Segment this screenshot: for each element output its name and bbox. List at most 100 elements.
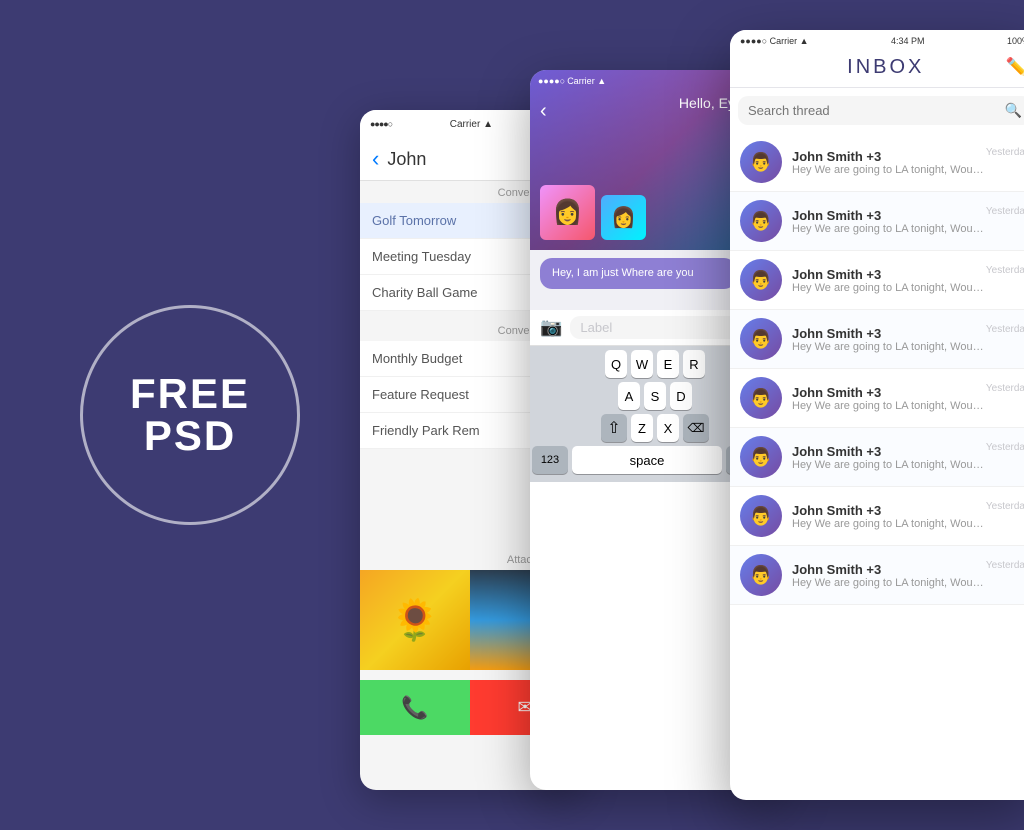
search-icon: 🔍 bbox=[1005, 102, 1022, 119]
contact-name: John bbox=[387, 149, 426, 170]
inbox-sender: John Smith +3 bbox=[792, 149, 986, 164]
inbox-avatar: 👨 bbox=[740, 200, 782, 242]
inbox-meta: Yesterday › bbox=[986, 383, 1024, 414]
signal-dots-2: ●●●●○ bbox=[538, 76, 565, 86]
inbox-sender: John Smith +3 bbox=[792, 385, 986, 400]
inbox-content: John Smith +3 Hey We are going to LA ton… bbox=[792, 503, 986, 530]
inbox-preview: Hey We are going to LA tonight, Would yo… bbox=[792, 164, 986, 176]
free-psd-badge: FREE PSD bbox=[80, 305, 300, 525]
inbox-preview: Hey We are going to LA tonight, Would yo… bbox=[792, 518, 986, 530]
inbox-avatar: 👨 bbox=[740, 141, 782, 183]
inbox-meta: Yesterday › bbox=[986, 147, 1024, 178]
inbox-sender: John Smith +3 bbox=[792, 267, 986, 282]
carrier-area: ●●●●○ Carrier ▲ bbox=[538, 76, 606, 86]
inbox-item[interactable]: 👨 John Smith +3 Hey We are going to LA t… bbox=[730, 310, 1024, 369]
inbox-content: John Smith +3 Hey We are going to LA ton… bbox=[792, 562, 986, 589]
inbox-sender: John Smith +3 bbox=[792, 444, 986, 459]
inbox-sender: John Smith +3 bbox=[792, 326, 986, 341]
phone3-header: INBOX ✏️ bbox=[730, 52, 1024, 88]
inbox-sender: John Smith +3 bbox=[792, 562, 986, 577]
shift-key[interactable]: ⇧ bbox=[601, 414, 627, 442]
inbox-avatar: 👨 bbox=[740, 318, 782, 360]
carrier-2: Carrier ▲ bbox=[567, 76, 606, 86]
time-3: 4:34 PM bbox=[891, 36, 925, 46]
search-input[interactable] bbox=[748, 103, 997, 118]
sunflower-image bbox=[360, 570, 470, 670]
inbox-sender: John Smith +3 bbox=[792, 208, 986, 223]
inbox-time: Yesterday bbox=[986, 442, 1024, 453]
inbox-sender: John Smith +3 bbox=[792, 503, 986, 518]
key-r[interactable]: R bbox=[683, 350, 705, 378]
inbox-content: John Smith +3 Hey We are going to LA ton… bbox=[792, 385, 986, 412]
inbox-meta: Yesterday › bbox=[986, 560, 1024, 591]
signal-dots: ●●●●○ bbox=[370, 119, 392, 129]
inbox-time: Yesterday bbox=[986, 324, 1024, 335]
back-button[interactable]: ‹ bbox=[372, 146, 379, 172]
phone3-inbox: ●●●●○ Carrier ▲ 4:34 PM 100% INBOX ✏️ 🔍 … bbox=[730, 30, 1024, 800]
compose-icon[interactable]: ✏️ bbox=[1006, 57, 1024, 78]
inbox-item[interactable]: 👨 John Smith +3 Hey We are going to LA t… bbox=[730, 369, 1024, 428]
avatar-group: 👩 👩 bbox=[540, 185, 646, 240]
camera-icon[interactable]: 📷 bbox=[540, 317, 562, 338]
inbox-item[interactable]: 👨 John Smith +3 Hey We are going to LA t… bbox=[730, 487, 1024, 546]
inbox-meta: Yesterday › bbox=[986, 501, 1024, 532]
key-q[interactable]: Q bbox=[605, 350, 627, 378]
battery-3: 100% bbox=[1007, 36, 1024, 46]
inbox-time: Yesterday bbox=[986, 206, 1024, 217]
key-s[interactable]: S bbox=[644, 382, 666, 410]
inbox-avatar: 👨 bbox=[740, 259, 782, 301]
inbox-item[interactable]: 👨 John Smith +3 Hey We are going to LA t… bbox=[730, 192, 1024, 251]
inbox-time: Yesterday bbox=[986, 501, 1024, 512]
phone3-status-bar: ●●●●○ Carrier ▲ 4:34 PM 100% bbox=[730, 30, 1024, 52]
inbox-item[interactable]: 👨 John Smith +3 Hey We are going to LA t… bbox=[730, 251, 1024, 310]
inbox-preview: Hey We are going to LA tonight, Would yo… bbox=[792, 341, 986, 353]
inbox-content: John Smith +3 Hey We are going to LA ton… bbox=[792, 326, 986, 353]
key-x[interactable]: X bbox=[657, 414, 679, 442]
inbox-meta: Yesterday › bbox=[986, 265, 1024, 296]
signal-3: ●●●●○ Carrier ▲ bbox=[740, 36, 809, 46]
inbox-content: John Smith +3 Hey We are going to LA ton… bbox=[792, 149, 986, 176]
delete-key[interactable]: ⌫ bbox=[683, 414, 709, 442]
inbox-time: Yesterday bbox=[986, 560, 1024, 571]
inbox-meta: Yesterday › bbox=[986, 442, 1024, 473]
key-w[interactable]: W bbox=[631, 350, 653, 378]
chat-bubble: Hey, I am just Where are you bbox=[540, 258, 736, 289]
space-key[interactable]: space bbox=[572, 446, 722, 474]
inbox-preview: Hey We are going to LA tonight, Would yo… bbox=[792, 400, 986, 412]
inbox-item[interactable]: 👨 John Smith +3 Hey We are going to LA t… bbox=[730, 546, 1024, 605]
call-button[interactable]: 📞 bbox=[360, 680, 470, 735]
inbox-content: John Smith +3 Hey We are going to LA ton… bbox=[792, 267, 986, 294]
inbox-time: Yesterday bbox=[986, 383, 1024, 394]
avatar-1: 👩 bbox=[540, 185, 595, 240]
inbox-list: 👨 John Smith +3 Hey We are going to LA t… bbox=[730, 133, 1024, 605]
inbox-title: INBOX bbox=[847, 56, 924, 79]
key-d[interactable]: D bbox=[670, 382, 692, 410]
key-z[interactable]: Z bbox=[631, 414, 653, 442]
search-bar[interactable]: 🔍 bbox=[738, 96, 1024, 125]
inbox-preview: Hey We are going to LA tonight, Would yo… bbox=[792, 577, 986, 589]
inbox-preview: Hey We are going to LA tonight, Would yo… bbox=[792, 223, 986, 235]
inbox-content: John Smith +3 Hey We are going to LA ton… bbox=[792, 444, 986, 471]
inbox-content: John Smith +3 Hey We are going to LA ton… bbox=[792, 208, 986, 235]
free-label: FREE bbox=[130, 373, 250, 415]
inbox-time: Yesterday bbox=[986, 147, 1024, 158]
inbox-item[interactable]: 👨 John Smith +3 Hey We are going to LA t… bbox=[730, 133, 1024, 192]
num-key[interactable]: 123 bbox=[532, 446, 568, 474]
inbox-preview: Hey We are going to LA tonight, Would yo… bbox=[792, 459, 986, 471]
phones-container: ●●●●○ Carrier ▲ 4:34 ‹ John Conversation… bbox=[360, 30, 1024, 800]
key-e[interactable]: E bbox=[657, 350, 679, 378]
inbox-meta: Yesterday › bbox=[986, 324, 1024, 355]
phone2-back-button[interactable]: ‹ bbox=[540, 100, 547, 123]
inbox-avatar: 👨 bbox=[740, 495, 782, 537]
inbox-meta: Yesterday › bbox=[986, 206, 1024, 237]
inbox-item[interactable]: 👨 John Smith +3 Hey We are going to LA t… bbox=[730, 428, 1024, 487]
inbox-avatar: 👨 bbox=[740, 554, 782, 596]
inbox-avatar: 👨 bbox=[740, 436, 782, 478]
key-a[interactable]: A bbox=[618, 382, 640, 410]
inbox-avatar: 👨 bbox=[740, 377, 782, 419]
inbox-time: Yesterday bbox=[986, 265, 1024, 276]
inbox-preview: Hey We are going to LA tonight, Would yo… bbox=[792, 282, 986, 294]
psd-label: PSD bbox=[144, 415, 236, 457]
avatar-2: 👩 bbox=[601, 195, 646, 240]
carrier-label: Carrier ▲ bbox=[450, 119, 493, 130]
